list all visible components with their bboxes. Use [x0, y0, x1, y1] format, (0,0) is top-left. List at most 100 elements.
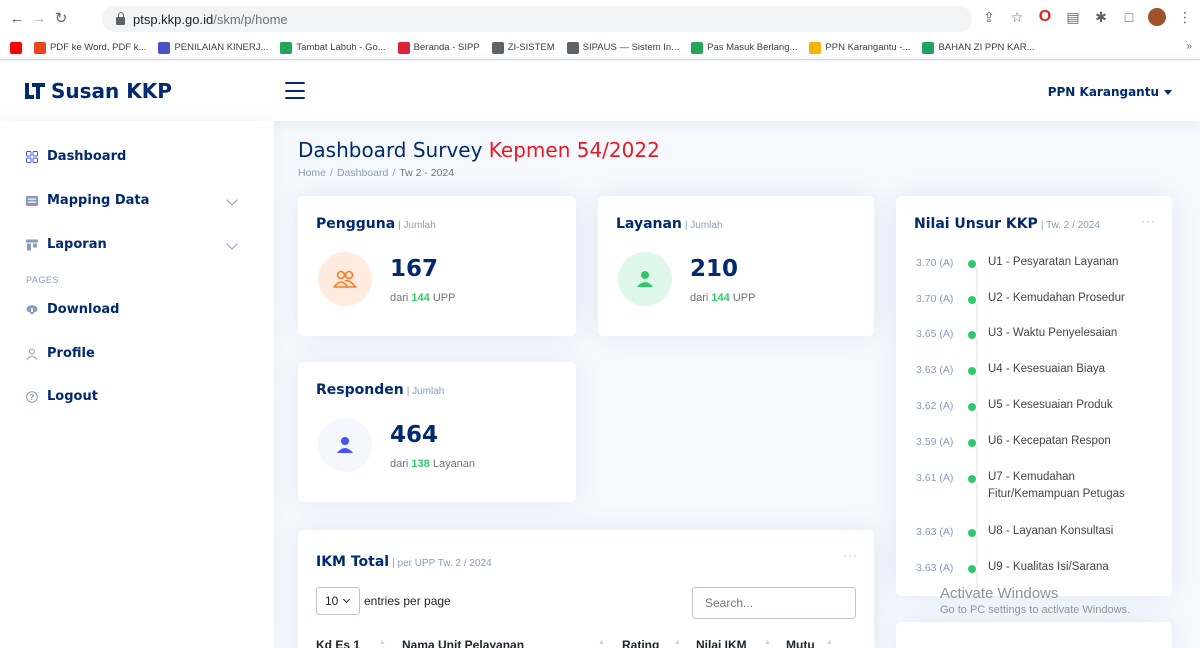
browser-toolbar: ← → ↻ ptsp.kkp.go.id/skm/p/home ⇪ ☆ O ▤ … [0, 0, 1200, 36]
unsur-item: 3.63 (A) U9 - Kualitas Isi/Sarana [916, 561, 1148, 576]
bookmarks-bar: PDF ke Word, PDF k... PENILAIAN KINERJ...… [0, 36, 1200, 60]
bookmark-item[interactable]: Beranda - SIPP [397, 41, 480, 54]
sidebar-item-profile[interactable]: Profile [26, 346, 95, 361]
profile-dropdown[interactable]: PPN Karangantu [1048, 85, 1172, 99]
address-bar[interactable]: ptsp.kkp.go.id/skm/p/home [102, 6, 972, 32]
column-rating[interactable]: Rating ▲ [622, 638, 696, 648]
more-options-icon[interactable]: ··· [1141, 214, 1156, 228]
status-dot-icon [968, 403, 976, 411]
chevron-down-icon[interactable] [226, 194, 238, 206]
unsur-score: 3.62 (A) [916, 400, 954, 412]
extension-icon[interactable]: ▤ [1064, 9, 1082, 26]
hamburger-menu-icon[interactable] [285, 82, 305, 99]
sidepanel-icon[interactable]: □ [1120, 9, 1138, 25]
bookmark-favicon-icon [397, 41, 410, 54]
bookmark-item[interactable]: SIPAUS — Sistem In... [566, 41, 679, 54]
bookmark-item[interactable]: Pas Masuk Berlang... [691, 41, 797, 54]
unsur-score: 3.59 (A) [916, 436, 954, 448]
breadcrumb-home[interactable]: Home [298, 167, 326, 179]
question-circle-icon: ? [26, 390, 38, 403]
table-search-input[interactable] [692, 587, 856, 619]
caret-down-icon [1164, 90, 1172, 95]
browser-actions: ⇪ ☆ O ▤ ✱ □ ⋮ [980, 8, 1194, 26]
unsur-score: 3.63 (A) [916, 526, 954, 538]
unsur-item: 3.59 (A) U6 - Kecepatan Respon [916, 435, 1148, 450]
status-dot-icon [968, 296, 976, 304]
reload-icon[interactable]: ↻ [50, 9, 72, 27]
chevron-down-icon[interactable] [226, 238, 238, 250]
unsur-item: 3.63 (A) U8 - Layanan Konsultasi [916, 525, 1148, 540]
unsur-item: 3.70 (A) U1 - Pesyaratan Layanan [916, 256, 1148, 271]
lock-icon [116, 11, 125, 25]
bookmark-item[interactable]: PENILAIAN KINERJ... [158, 41, 268, 54]
layanan-card: Layanan | Jumlah 210 dari 144 UPP [598, 196, 874, 336]
unsur-label: U3 - Waktu Penyelesaian [988, 327, 1118, 339]
app-header: Susan KKP PPN Karangantu [0, 61, 1200, 121]
sidebar-item-laporan[interactable]: Laporan [26, 237, 107, 252]
logo[interactable]: Susan KKP [25, 79, 172, 103]
unsur-label: U1 - Pesyaratan Layanan [988, 256, 1119, 268]
sidebar-item-logout[interactable]: ? Logout [26, 389, 98, 404]
svg-text:?: ? [30, 393, 35, 402]
logo-text: Susan KKP [51, 79, 172, 103]
bookmark-item[interactable]: PPN Karangantu -... [809, 41, 910, 54]
bookmark-item[interactable]: Tambat Labuh - Go... [280, 41, 386, 54]
share-icon[interactable]: ⇪ [980, 9, 998, 26]
browser-profile-avatar[interactable] [1148, 8, 1166, 26]
opera-extension-icon[interactable]: O [1036, 8, 1054, 26]
status-dot-icon [968, 475, 976, 483]
nilai-unsur-card: Nilai Unsur KKP | Tw. 2 / 2024 ··· 3.70 (… [896, 196, 1172, 596]
status-dot-icon [968, 565, 976, 573]
forward-arrow-icon[interactable]: → [28, 10, 50, 27]
windows-activation-watermark: Activate Windows Go to PC settings to ac… [940, 585, 1131, 616]
grid-icon [26, 150, 38, 163]
unsur-score: 3.61 (A) [916, 472, 954, 484]
bookmarks-overflow-icon[interactable]: » [1186, 41, 1192, 52]
column-nama-unit[interactable]: Nama Unit Pelayanan ▲ [402, 638, 622, 648]
people-icon [318, 252, 372, 306]
bookmark-item[interactable]: BAHAN ZI PPN KAR... [922, 41, 1035, 54]
unsur-item: 3.61 (A) U7 - Kemudahan Fitur/Kemampuan P… [916, 471, 1148, 503]
breadcrumb-dashboard[interactable]: Dashboard [337, 167, 388, 179]
entries-per-page-select[interactable]: 10 [316, 587, 360, 615]
unsur-label: U6 - Kecepatan Respon [988, 435, 1111, 447]
sidebar-section-heading: PAGES [26, 275, 59, 285]
column-kd-es1[interactable]: Kd Es 1 ▲ [316, 638, 402, 648]
layanan-sub: dari 144 UPP [690, 292, 756, 304]
column-nilai-ikm[interactable]: Nilai IKM ▲ [696, 638, 786, 648]
person-fill-icon [318, 418, 372, 472]
unsur-item: 3.70 (A) U2 - Kemudahan Prosedur [916, 292, 1148, 307]
sidebar: Dashboard Mapping Data Laporan PAGES Dow… [0, 121, 274, 648]
ikm-total-card: IKM Total | per UPP Tw. 2 / 2024 ··· 10 e… [298, 530, 874, 648]
puzzle-icon[interactable]: ✱ [1092, 9, 1110, 26]
sidebar-item-mapping-data[interactable]: Mapping Data [26, 193, 149, 208]
column-mutu[interactable]: Mutu ▲ [786, 638, 846, 648]
unsur-item: 3.63 (A) U4 - Kesesuaian Biaya [916, 363, 1148, 378]
bookmark-star-icon[interactable]: ☆ [1008, 9, 1026, 26]
browser-menu-icon[interactable]: ⋮ [1176, 9, 1194, 26]
unsur-score: 3.63 (A) [916, 562, 954, 574]
status-dot-icon [968, 367, 976, 375]
breadcrumb-current: Tw 2 - 2024 [399, 167, 455, 179]
cloud-download-icon [26, 304, 38, 316]
page-title: Dashboard Survey Kepmen 54/2022 [298, 138, 660, 162]
ikm-kkp-card [896, 622, 1172, 648]
unsur-label: U9 - Kualitas Isi/Sarana [988, 561, 1109, 573]
sidebar-item-dashboard[interactable]: Dashboard [26, 149, 126, 164]
back-arrow-icon[interactable]: ← [6, 10, 28, 27]
bookmark-item[interactable]: PDF ke Word, PDF k... [34, 41, 146, 54]
entries-per-page-label: entries per page [364, 594, 451, 608]
unsur-label: U4 - Kesesuaian Biaya [988, 363, 1105, 375]
bookmark-item[interactable]: ZI-SISTEM [491, 41, 555, 54]
sidebar-item-download[interactable]: Download [26, 302, 119, 317]
bookmark-item[interactable] [10, 41, 22, 54]
bookmark-favicon-icon [34, 41, 46, 54]
more-options-icon[interactable]: ··· [843, 548, 858, 562]
responden-value: 464 [390, 422, 439, 448]
bookmark-favicon-icon [10, 41, 22, 54]
breadcrumb: Home / Dashboard / Tw 2 - 2024 [298, 167, 455, 179]
unsur-score: 3.70 (A) [916, 293, 954, 305]
unsur-score: 3.63 (A) [916, 364, 954, 376]
unsur-item: 3.62 (A) U5 - Kesesuaian Produk [916, 399, 1148, 414]
status-dot-icon [968, 331, 976, 339]
